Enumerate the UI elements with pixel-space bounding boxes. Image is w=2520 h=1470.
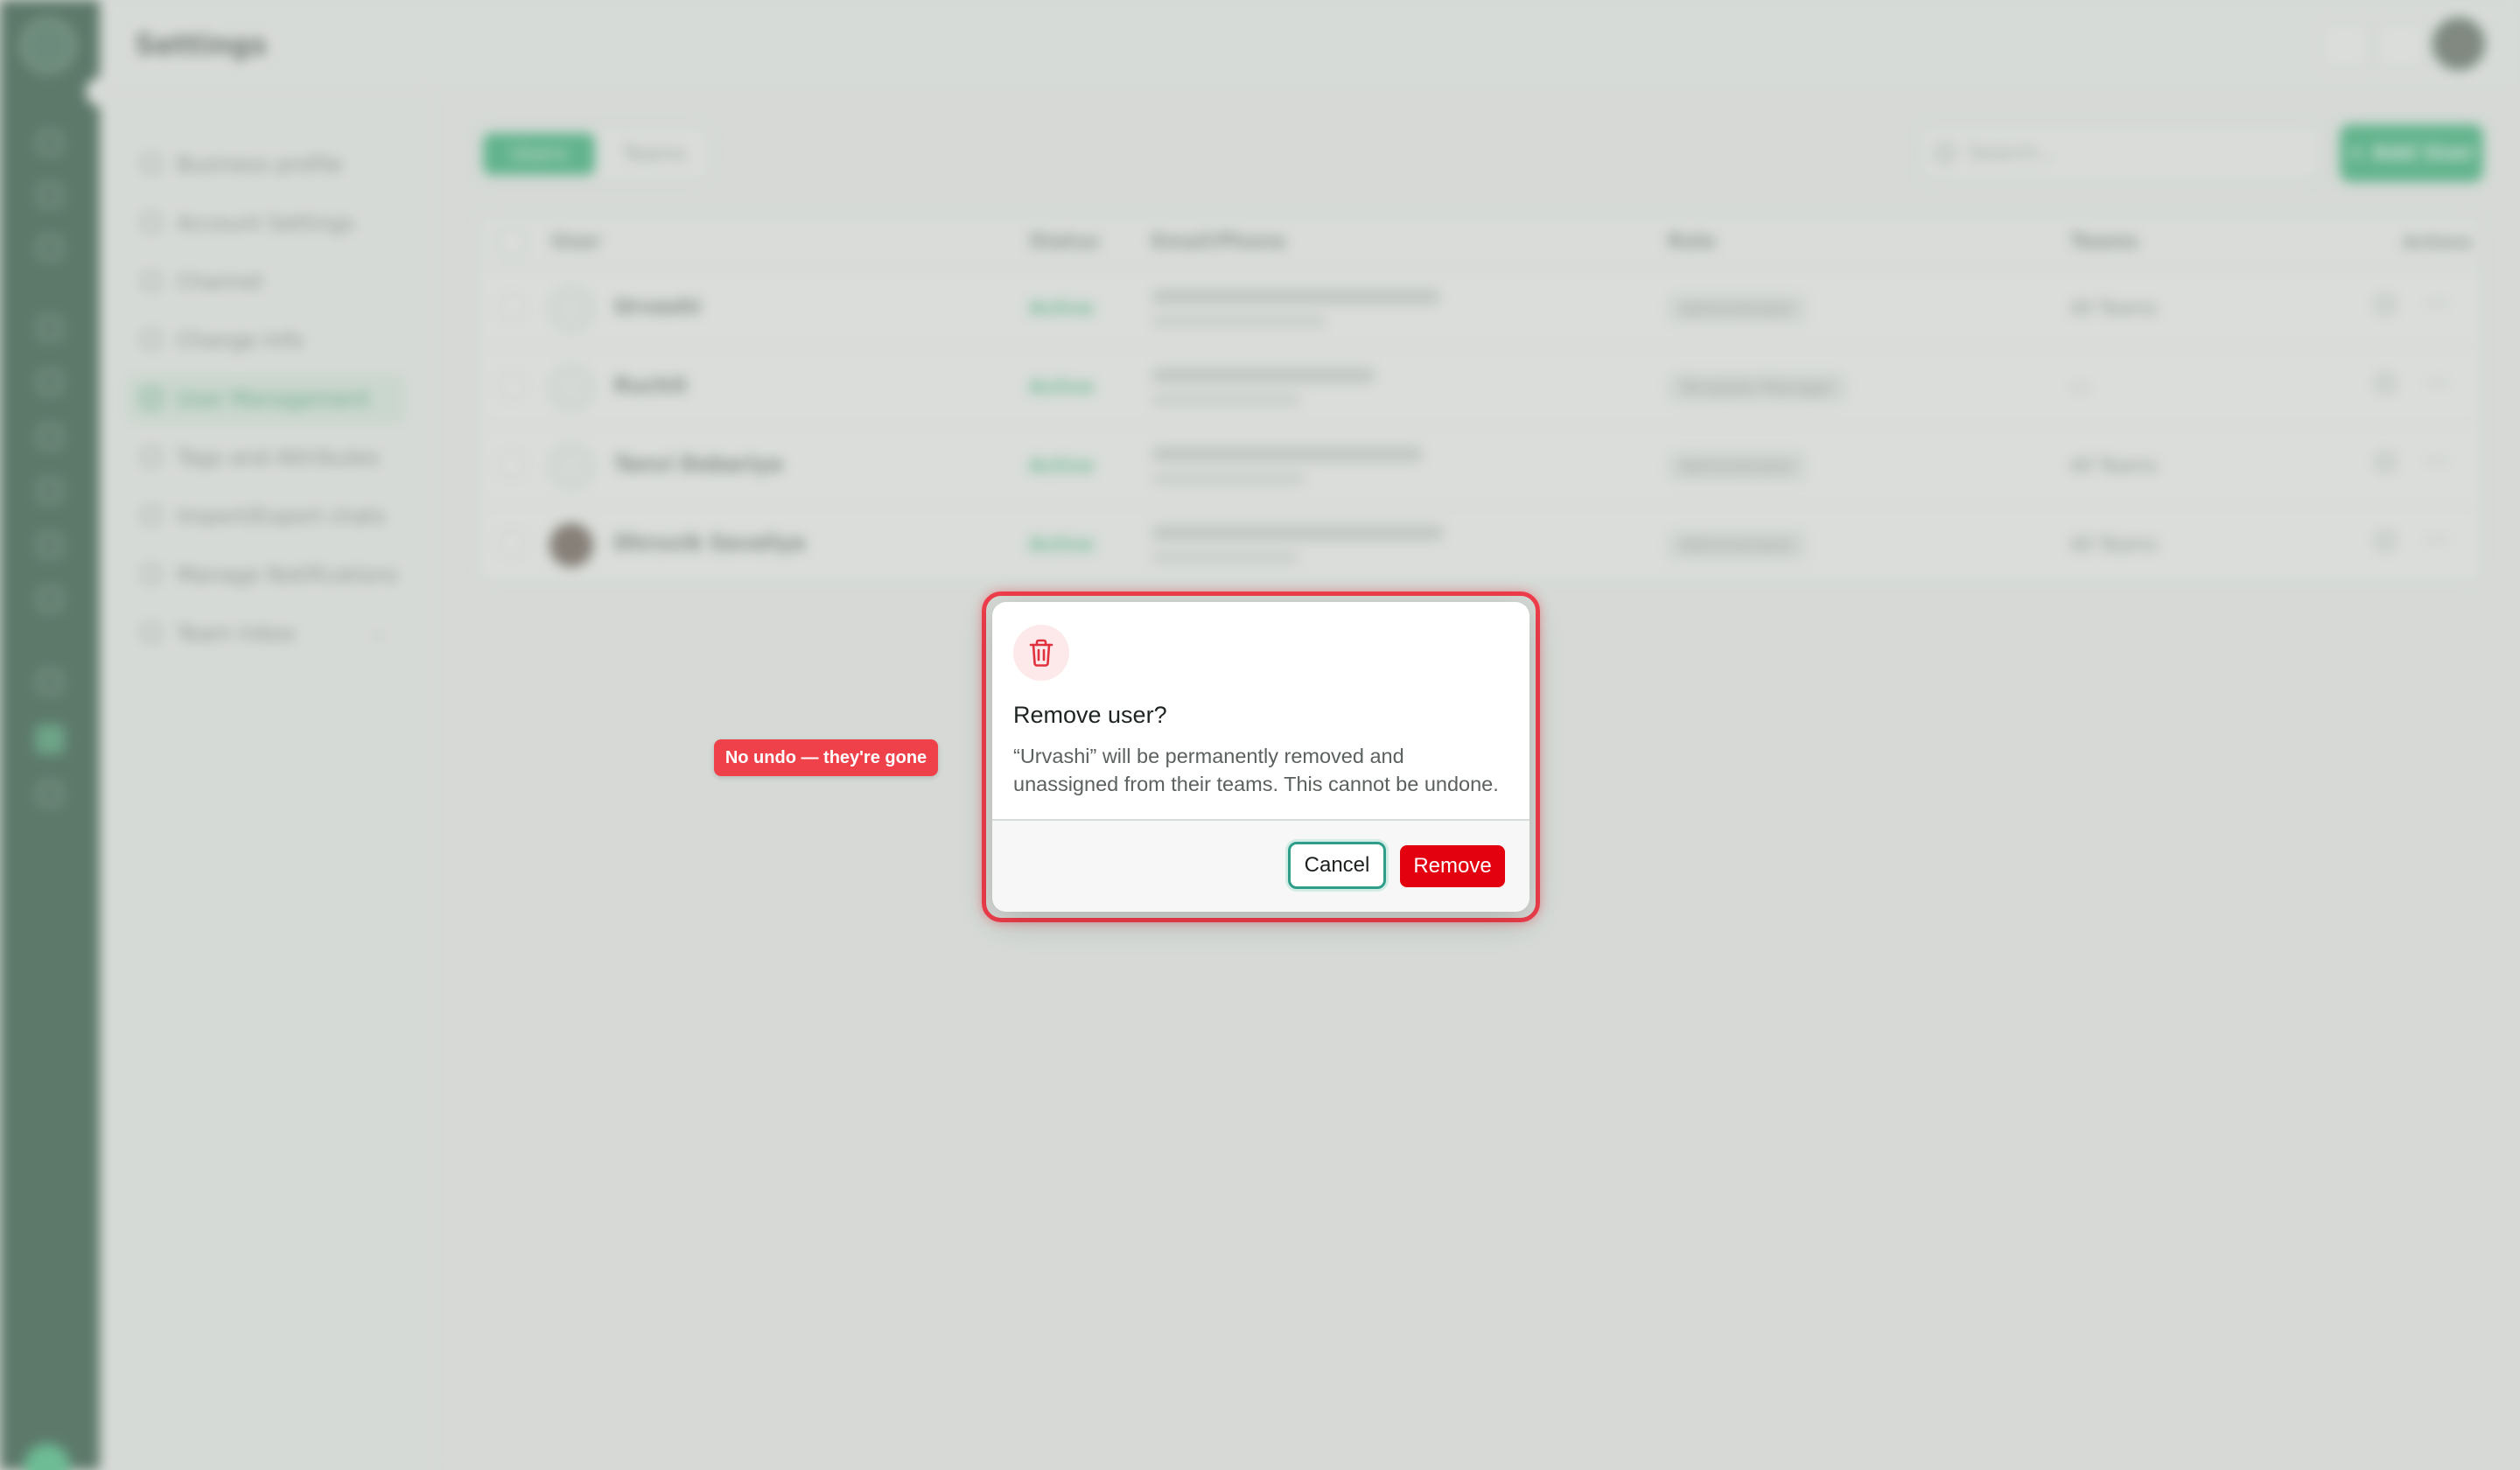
remove-button[interactable]: Remove	[1400, 845, 1505, 887]
trash-icon	[1029, 639, 1054, 667]
dialog-message: “Urvashi” will be permanently removed an…	[1013, 745, 1499, 795]
dialog-title: Remove user?	[1013, 702, 1167, 728]
annotation-callout: No undo — they're gone	[714, 739, 938, 776]
remove-user-dialog: Remove user? “Urvashi” will be permanent…	[992, 602, 1530, 912]
trash-icon-badge	[1013, 625, 1069, 681]
cancel-button[interactable]: Cancel	[1288, 842, 1386, 889]
